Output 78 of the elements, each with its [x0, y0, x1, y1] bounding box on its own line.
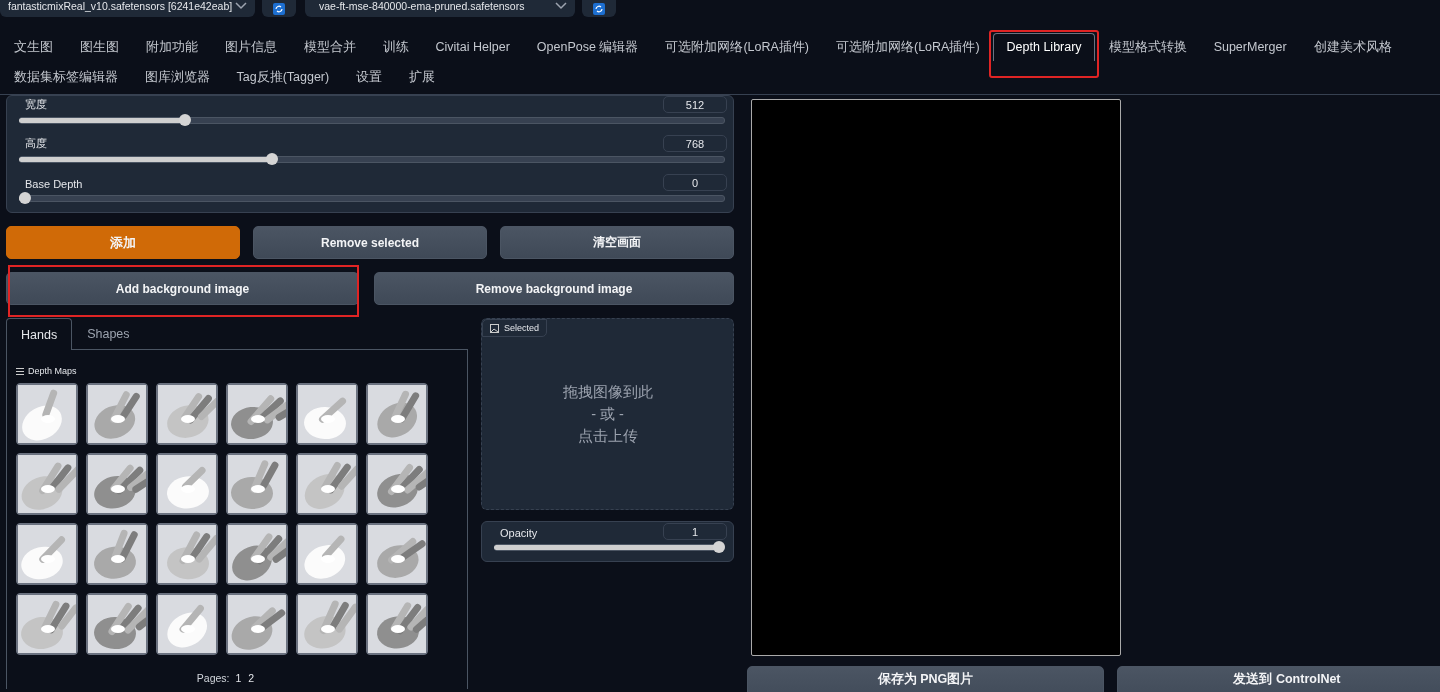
thumbnail-button[interactable] — [226, 383, 288, 445]
main-tab[interactable]: Civitai Helper — [422, 33, 524, 61]
thumbnail-button[interactable] — [86, 453, 148, 515]
vae-dropdown[interactable]: vae-ft-mse-840000-ema-pruned.safetensors — [305, 0, 575, 17]
thumbnail-button[interactable] — [86, 383, 148, 445]
thumbnail-button[interactable] — [156, 383, 218, 445]
thumbnail-button[interactable] — [366, 593, 428, 655]
thumbnail-button[interactable] — [226, 523, 288, 585]
thumbnail-button[interactable] — [16, 523, 78, 585]
thumbnail-button[interactable] — [226, 593, 288, 655]
upload-hint: 拖拽图像到此 — [562, 383, 653, 402]
slider-thumb[interactable] — [266, 153, 279, 165]
thumbnail-button[interactable] — [16, 453, 78, 515]
thumbnail-button[interactable] — [296, 383, 358, 445]
main-tab[interactable]: Depth Library — [993, 33, 1096, 61]
slider-thumb[interactable] — [19, 192, 31, 204]
thumbnail-button[interactable] — [366, 523, 428, 585]
pages-label: Pages: — [196, 672, 230, 684]
refresh-button[interactable] — [262, 0, 296, 17]
thumbnail-button[interactable] — [86, 593, 148, 655]
library-tab[interactable]: Hands — [6, 318, 73, 350]
main-tab[interactable]: 图库浏览器 — [131, 61, 223, 93]
image-drop-zone[interactable]: Selected 拖拽图像到此 - 或 - 点击上传 — [481, 318, 734, 510]
action-button[interactable]: Remove background image — [374, 272, 734, 305]
main-tab[interactable]: 可选附加网络(LoRA插件) — [822, 31, 994, 63]
upload-hint: 点击上传 — [577, 427, 638, 446]
main-tab[interactable]: 创建美术风格 — [1300, 31, 1406, 63]
main-tab[interactable]: SuperMerger — [1200, 33, 1301, 61]
page-link[interactable]: 2 — [247, 672, 256, 684]
chevron-down-icon — [555, 1, 567, 10]
main-tab[interactable]: 附加功能 — [132, 31, 211, 63]
action-button[interactable]: Add background image — [6, 272, 359, 305]
main-tab[interactable]: 设置 — [342, 61, 396, 93]
thumbnail-button[interactable] — [226, 453, 288, 515]
thumbnail-button[interactable] — [296, 453, 358, 515]
number-field[interactable]: 512 — [663, 96, 727, 113]
thumbnail-button[interactable] — [86, 523, 148, 585]
thumbnail-button[interactable] — [366, 453, 428, 515]
page-link[interactable]: 1 — [234, 672, 243, 684]
thumbnail-button[interactable] — [296, 593, 358, 655]
main-tab[interactable]: 模型格式转换 — [1095, 31, 1201, 63]
main-tab[interactable]: 训练 — [369, 31, 422, 63]
gallery-label: Depth Maps — [28, 366, 77, 376]
thumbnail-button[interactable] — [366, 383, 428, 445]
number-field[interactable]: 1 — [663, 523, 727, 540]
refresh-icon — [593, 2, 605, 15]
main-tab[interactable]: 模型合并 — [290, 31, 369, 63]
list-icon — [16, 367, 24, 375]
thumbnail-button[interactable] — [156, 523, 218, 585]
thumbnail-button[interactable] — [156, 453, 218, 515]
main-tab[interactable]: 图片信息 — [211, 31, 290, 63]
main-tab[interactable]: 可选附加网络(LoRA插件) — [651, 31, 823, 63]
chevron-down-icon — [235, 1, 247, 10]
main-tab[interactable]: 图生图 — [66, 31, 132, 63]
refresh-button[interactable] — [582, 0, 616, 17]
upload-hint: - 或 - — [591, 405, 624, 424]
thumbnail-button[interactable] — [296, 523, 358, 585]
action-button[interactable]: Remove selected — [253, 226, 487, 259]
canvas-button[interactable]: 保存为 PNG图片 — [747, 666, 1104, 692]
thumbnail-button[interactable] — [156, 593, 218, 655]
main-tab[interactable]: Tag反推(Tagger) — [223, 61, 343, 93]
main-tab[interactable]: 扩展 — [395, 61, 449, 93]
refresh-icon — [273, 2, 285, 15]
number-field[interactable]: 0 — [663, 174, 727, 191]
slider-thumb[interactable] — [178, 114, 191, 126]
slider-thumb[interactable] — [713, 541, 725, 553]
image-icon — [490, 323, 499, 333]
action-button[interactable]: 清空画面 — [500, 226, 734, 259]
library-tab[interactable]: Shapes — [72, 318, 145, 349]
checkpoint-dropdown[interactable]: fantasticmixReal_v10.safetensors [6241e42eab] — [0, 0, 255, 17]
thumbnail-button[interactable] — [16, 593, 78, 655]
canvas-button[interactable]: 发送到 ControlNet — [1117, 666, 1440, 692]
image-label-text: Selected — [504, 323, 540, 333]
main-tab[interactable]: 数据集标签编辑器 — [0, 61, 131, 93]
thumbnail-button[interactable] — [16, 383, 78, 445]
main-tab[interactable]: OpenPose 编辑器 — [523, 31, 652, 63]
number-field[interactable]: 768 — [663, 135, 727, 152]
main-tab[interactable]: 文生图 — [0, 31, 66, 63]
